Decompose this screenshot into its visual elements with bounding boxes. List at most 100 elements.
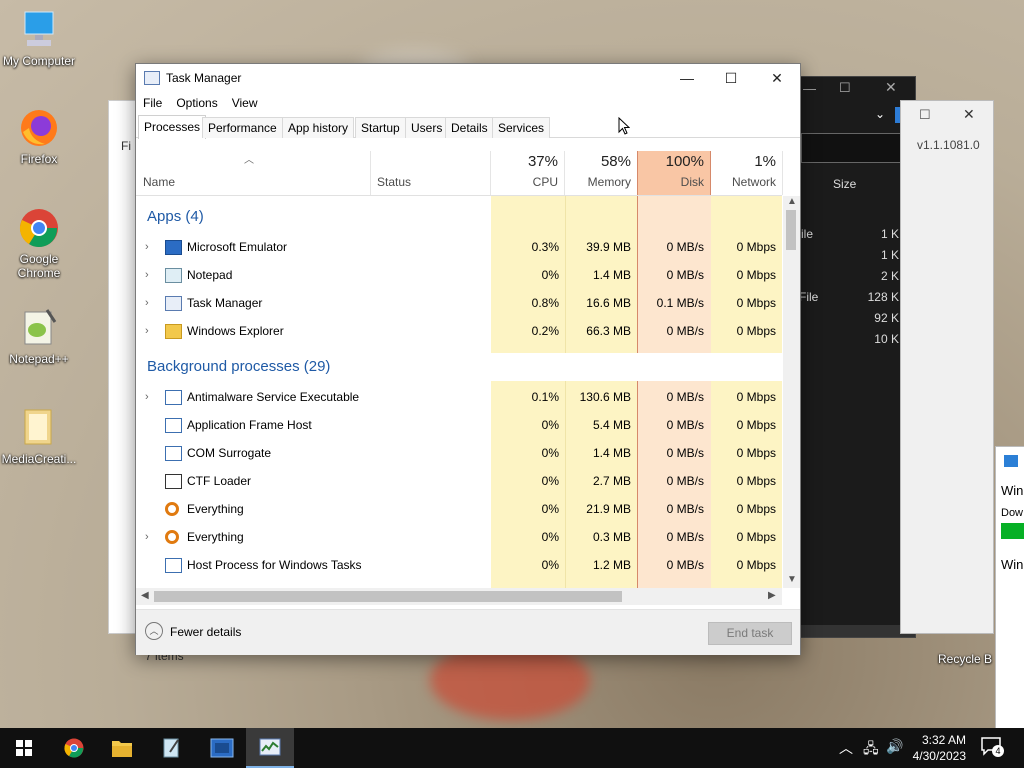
notification-button[interactable]: 4 — [980, 736, 1004, 760]
network-value: 0 Mbps — [736, 446, 776, 460]
maximize-icon[interactable]: ☐ — [839, 80, 851, 96]
close-icon[interactable]: ✕ — [885, 79, 897, 96]
process-name: Application Frame Host — [187, 418, 312, 432]
taskbar-task-manager[interactable] — [246, 728, 294, 768]
group-header-apps[interactable]: Apps (4) — [136, 203, 782, 231]
table-row[interactable]: Application Frame Host 0% 5.4 MB 0 MB/s … — [136, 411, 782, 439]
chevron-right-icon[interactable]: › — [145, 383, 149, 411]
close-icon[interactable]: ✕ — [963, 106, 975, 123]
scroll-left-icon[interactable]: ◀ — [141, 590, 149, 601]
network-icon[interactable]: 🖧 — [863, 738, 879, 762]
taskbar-file-explorer[interactable] — [98, 728, 146, 768]
tab-app-history[interactable]: App history — [282, 117, 355, 138]
chevron-down-icon[interactable]: ⌄ — [875, 107, 885, 121]
group-title: Background processes (29) — [147, 358, 331, 375]
horizontal-scrollbar[interactable]: ◀ ▶ — [136, 588, 782, 605]
desktop-icon-google-chrome[interactable]: Google Chrome — [0, 206, 81, 280]
chevron-right-icon[interactable]: › — [145, 317, 149, 345]
end-task-button[interactable]: End task — [708, 622, 792, 645]
volume-icon[interactable]: 🔊 — [886, 738, 903, 755]
tab-details[interactable]: Details — [445, 117, 494, 138]
table-row[interactable]: Host Process for Windows Tasks 0% 1.2 MB… — [136, 551, 782, 579]
clock-time: 3:32 AM — [921, 733, 966, 747]
chevron-up-icon[interactable]: ︿ — [145, 622, 163, 640]
group-header-background[interactable]: Background processes (29) — [136, 353, 782, 381]
scrollbar-thumb[interactable] — [786, 210, 796, 250]
table-row[interactable]: Everything 0% 21.9 MB 0 MB/s 0 Mbps — [136, 495, 782, 523]
background-window-everything[interactable]: — ☐ ✕ ⌄ ? P Size ile File 1 KB 1 KB 2 KB… — [790, 76, 916, 638]
minimize-icon[interactable]: — — [803, 81, 816, 96]
process-name: Notepad — [187, 268, 233, 282]
chevron-right-icon[interactable]: › — [145, 523, 149, 551]
column-header-disk[interactable]: 100% Disk — [637, 151, 711, 195]
menu-view[interactable]: View — [225, 93, 265, 113]
menu-options[interactable]: Options — [169, 93, 224, 113]
process-name: Microsoft Emulator — [187, 240, 288, 254]
column-header-size[interactable]: Size — [833, 177, 856, 191]
desktop-icon-firefox[interactable]: Firefox — [0, 106, 81, 166]
cpu-percent: 37% — [527, 153, 558, 170]
tab-services[interactable]: Services — [492, 117, 551, 138]
menu-file[interactable]: File — [136, 93, 169, 113]
taskbar-emulator[interactable] — [198, 728, 246, 768]
start-button[interactable] — [0, 728, 48, 768]
table-row[interactable]: CTF Loader 0% 2.7 MB 0 MB/s 0 Mbps — [136, 467, 782, 495]
memory-value: 1.2 MB — [592, 558, 631, 572]
table-row[interactable]: › Antimalware Service Executable 0.1% 13… — [136, 383, 782, 411]
scrollbar-thumb[interactable] — [154, 591, 622, 602]
maximize-button[interactable]: ☐ — [708, 64, 754, 92]
chevron-right-icon[interactable]: › — [145, 261, 149, 289]
background-window-installer[interactable]: Win Dow Win — [995, 446, 1024, 734]
scroll-down-icon[interactable]: ▼ — [787, 574, 797, 585]
cpu-value: 0% — [541, 418, 559, 432]
tab-processes[interactable]: Processes — [138, 115, 207, 139]
fewer-details-button[interactable]: Fewer details — [170, 625, 241, 639]
scroll-right-icon[interactable]: ▶ — [768, 590, 776, 601]
version-label: v1.1.1081.0 — [917, 138, 980, 152]
table-row[interactable]: › Windows Explorer 0.2% 66.3 MB 0 MB/s 0… — [136, 317, 782, 345]
folder-icon — [165, 324, 182, 339]
network-value: 0 Mbps — [736, 558, 776, 572]
tab-users[interactable]: Users — [405, 117, 449, 138]
notepad-icon — [165, 268, 182, 283]
network-value: 0 Mbps — [736, 268, 776, 282]
chevron-right-icon[interactable]: › — [145, 289, 149, 317]
desktop-icon-notepad-plus-plus[interactable]: Notepad++ — [0, 306, 81, 366]
taskbar-chrome[interactable] — [50, 728, 98, 768]
chevron-up-icon[interactable]: ︿ — [839, 738, 853, 758]
background-window-dialog[interactable]: ☐ ✕ v1.1.1081.0 — [900, 100, 994, 634]
process-list[interactable]: Apps (4) › Microsoft Emulator 0.3% 39.9 … — [136, 196, 782, 588]
list-item: File — [799, 290, 819, 304]
folder-icon — [17, 406, 61, 450]
column-header-status[interactable]: Status — [370, 151, 491, 195]
minimize-button[interactable]: — — [664, 64, 710, 92]
table-row[interactable]: › Microsoft Emulator 0.3% 39.9 MB 0 MB/s… — [136, 233, 782, 261]
system-clock[interactable]: 3:32 AM 4/30/2023 — [913, 732, 966, 764]
title-bar[interactable]: Task Manager — ☐ ✕ — [136, 64, 800, 92]
table-row[interactable]: › Task Manager 0.8% 16.6 MB 0.1 MB/s 0 M… — [136, 289, 782, 317]
desktop-icon-mediacreation[interactable]: MediaCreati... — [0, 406, 81, 466]
desktop-icon-my-computer[interactable]: My Computer — [0, 8, 81, 68]
maximize-icon[interactable]: ☐ — [919, 107, 931, 123]
column-header-memory[interactable]: 58% Memory — [565, 151, 638, 195]
desktop-icon-label: Firefox — [20, 152, 58, 166]
search-field[interactable] — [801, 133, 903, 163]
vertical-scrollbar[interactable]: ▲ ▼ — [783, 196, 800, 588]
memory-value: 1.4 MB — [592, 268, 631, 282]
column-header-cpu[interactable]: 37% CPU — [491, 151, 565, 195]
table-row[interactable]: COM Surrogate 0% 1.4 MB 0 MB/s 0 Mbps — [136, 439, 782, 467]
tab-performance[interactable]: Performance — [202, 117, 283, 138]
column-header-name[interactable]: ︿ Name — [136, 151, 371, 195]
network-value: 0 Mbps — [736, 474, 776, 488]
tab-startup[interactable]: Startup — [355, 117, 406, 138]
column-header-network[interactable]: 1% Network — [711, 151, 783, 195]
footer-bar: ︿ Fewer details End task — [136, 609, 800, 655]
close-button[interactable]: ✕ — [754, 64, 800, 92]
task-manager-window[interactable]: Task Manager — ☐ ✕ File Options View Proce… — [135, 63, 801, 655]
taskbar-notepad[interactable] — [148, 728, 196, 768]
scroll-up-icon[interactable]: ▲ — [787, 196, 797, 207]
network-percent: 1% — [754, 153, 776, 170]
chevron-right-icon[interactable]: › — [145, 233, 149, 261]
table-row[interactable]: › Everything 0% 0.3 MB 0 MB/s 0 Mbps — [136, 523, 782, 551]
table-row[interactable]: › Notepad 0% 1.4 MB 0 MB/s 0 Mbps — [136, 261, 782, 289]
